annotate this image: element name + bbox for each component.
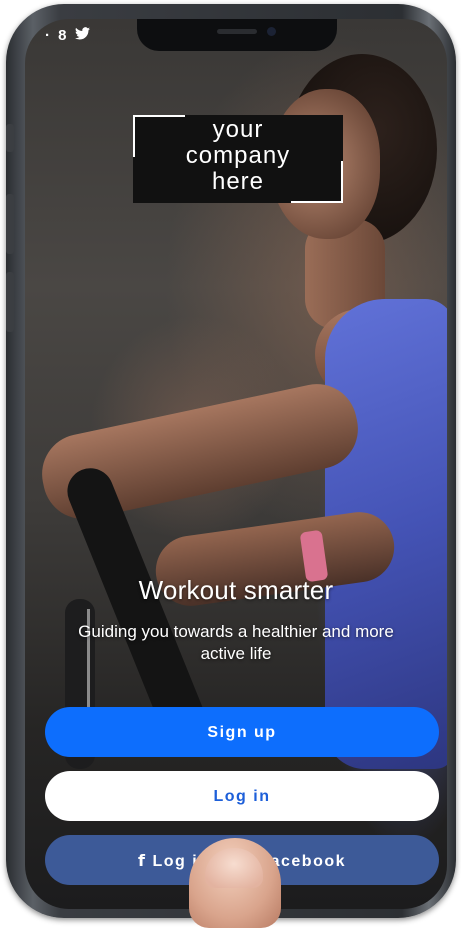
front-camera — [267, 27, 276, 36]
app-screen: · 8 your company here Workout smarter Gu… — [25, 19, 447, 909]
hero-subtitle: Guiding you towards a healthier and more… — [78, 622, 394, 663]
twitter-icon — [74, 27, 90, 44]
finger-overlay — [189, 838, 281, 928]
hero-title: Workout smarter — [138, 575, 334, 605]
mute-switch — [6, 124, 14, 152]
volume-up-button — [6, 194, 14, 254]
speaker-grille — [217, 29, 257, 34]
logo-line-2: company — [185, 142, 291, 169]
notch — [137, 19, 337, 51]
logo-line-1: your — [212, 116, 264, 143]
volume-down-button — [6, 272, 14, 332]
facebook-icon: f — [137, 851, 147, 870]
signup-button[interactable]: Sign up — [45, 707, 439, 757]
logo-line-3: here — [211, 168, 265, 195]
status-icons: · 8 — [45, 27, 69, 44]
phone-frame: · 8 your company here Workout smarter Gu… — [6, 4, 456, 918]
status-bar: · 8 — [45, 27, 90, 44]
fingernail — [205, 848, 263, 888]
company-logo: your company here — [133, 115, 343, 203]
login-button[interactable]: Log in — [45, 771, 439, 821]
